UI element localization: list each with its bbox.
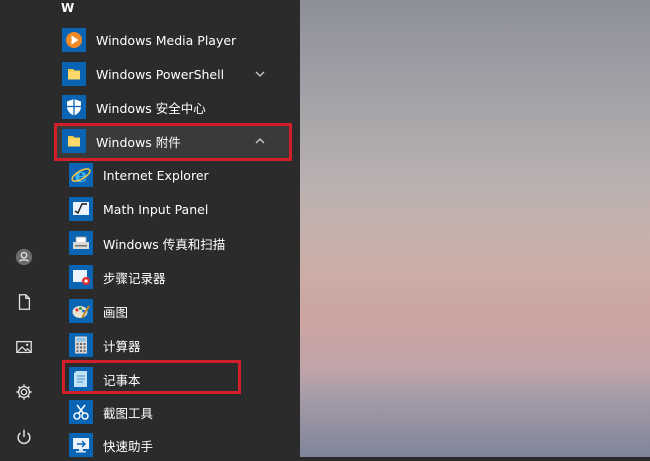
svg-text:e: e xyxy=(75,163,88,187)
app-internet-explorer[interactable]: e Internet Explorer xyxy=(69,159,209,191)
app-windows-media-player[interactable]: Windows Media Player xyxy=(62,24,236,56)
notepad-icon xyxy=(69,367,93,391)
app-label: 步骤记录器 xyxy=(103,270,166,286)
app-math-input-panel[interactable]: Math Input Panel xyxy=(69,193,208,225)
snipping-tool-icon xyxy=(69,400,93,424)
app-quick-assist[interactable]: 快速助手 xyxy=(69,429,153,461)
folder-icon xyxy=(62,129,86,153)
app-label: 画图 xyxy=(103,304,129,320)
folder-windows-powershell[interactable]: Windows PowerShell xyxy=(62,58,284,90)
user-icon[interactable] xyxy=(12,245,36,269)
documents-icon[interactable] xyxy=(12,290,36,314)
fax-scan-icon xyxy=(69,231,93,255)
app-snipping-tool[interactable]: 截图工具 xyxy=(69,396,153,428)
app-label: 截图工具 xyxy=(103,405,154,421)
folder-windows-accessories[interactable]: Windows 附件 xyxy=(62,125,284,157)
app-windows-security[interactable]: Windows 安全中心 xyxy=(62,91,206,123)
pictures-icon[interactable] xyxy=(12,335,36,359)
calculator-icon xyxy=(69,333,93,357)
section-letter[interactable]: W xyxy=(61,0,74,16)
chevron-down-icon[interactable] xyxy=(254,68,266,80)
paint-icon xyxy=(69,299,93,323)
internet-explorer-icon: e xyxy=(69,163,93,187)
app-calculator[interactable]: 计算器 xyxy=(69,329,141,361)
app-label: Windows 附件 xyxy=(96,134,181,150)
app-paint[interactable]: 画图 xyxy=(69,295,128,327)
shield-icon xyxy=(62,95,86,119)
app-label: Windows 安全中心 xyxy=(96,100,206,116)
app-label: Windows Media Player xyxy=(96,32,237,48)
app-label: 计算器 xyxy=(103,338,141,354)
settings-icon[interactable] xyxy=(12,380,36,404)
app-windows-fax-and-scan[interactable]: Windows 传真和扫描 xyxy=(69,227,225,259)
app-label: Math Input Panel xyxy=(103,201,209,217)
quick-assist-icon xyxy=(69,433,93,457)
steps-recorder-icon xyxy=(69,265,93,289)
app-notepad[interactable]: 记事本 xyxy=(69,363,141,395)
app-label: 快速助手 xyxy=(103,438,154,454)
start-menu-rail xyxy=(0,0,48,457)
app-label: Windows PowerShell xyxy=(96,66,225,82)
app-steps-recorder[interactable]: 步骤记录器 xyxy=(69,261,166,293)
power-icon[interactable] xyxy=(12,425,36,449)
chevron-up-icon[interactable] xyxy=(254,135,266,147)
math-input-panel-icon xyxy=(69,197,93,221)
folder-icon xyxy=(62,62,86,86)
app-label: Windows 传真和扫描 xyxy=(103,236,226,252)
app-label: 记事本 xyxy=(103,372,141,388)
media-player-icon xyxy=(62,28,86,52)
wallpaper-haze xyxy=(300,300,650,457)
desktop-wallpaper xyxy=(300,0,650,457)
app-label: Internet Explorer xyxy=(103,167,209,183)
